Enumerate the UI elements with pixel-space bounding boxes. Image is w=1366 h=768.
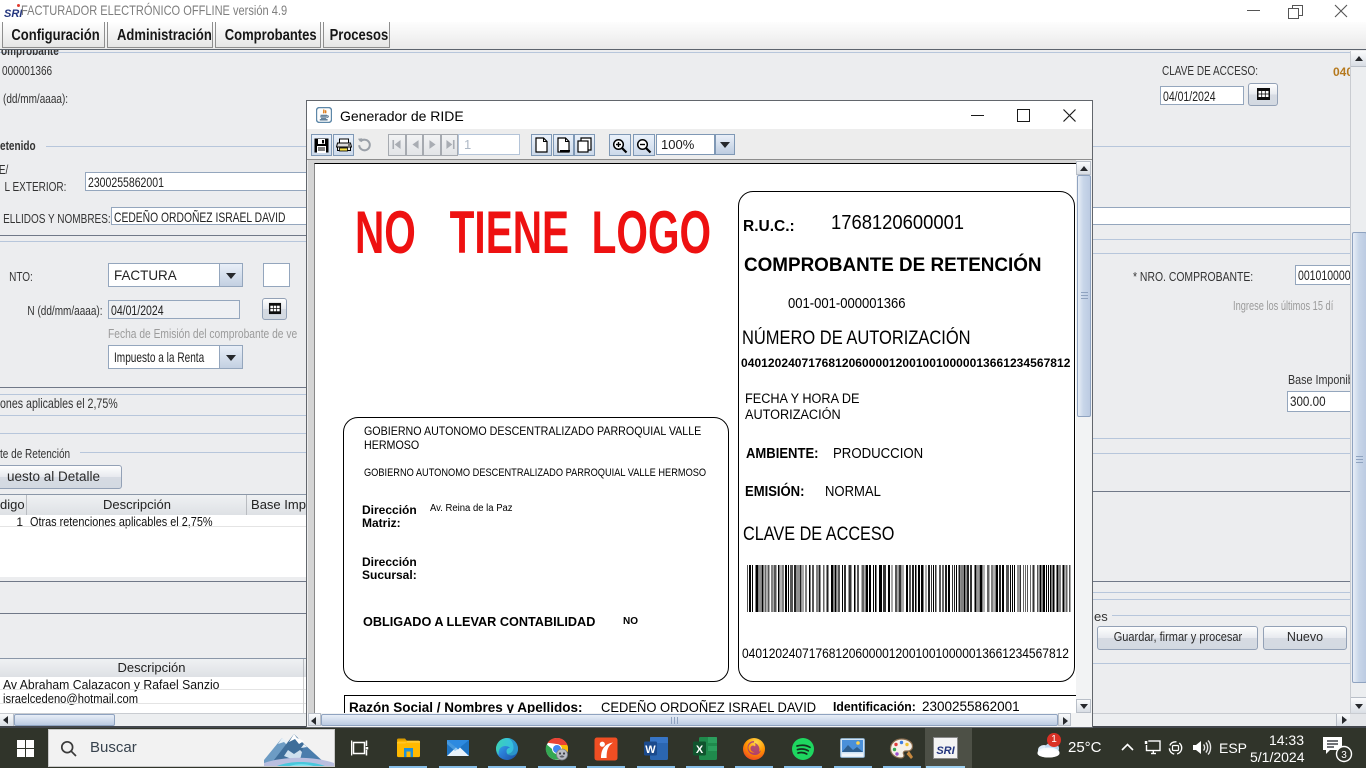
svg-text:X: X: [696, 744, 704, 756]
svg-text:W: W: [645, 744, 656, 756]
svg-text:3: 3: [1341, 750, 1347, 761]
